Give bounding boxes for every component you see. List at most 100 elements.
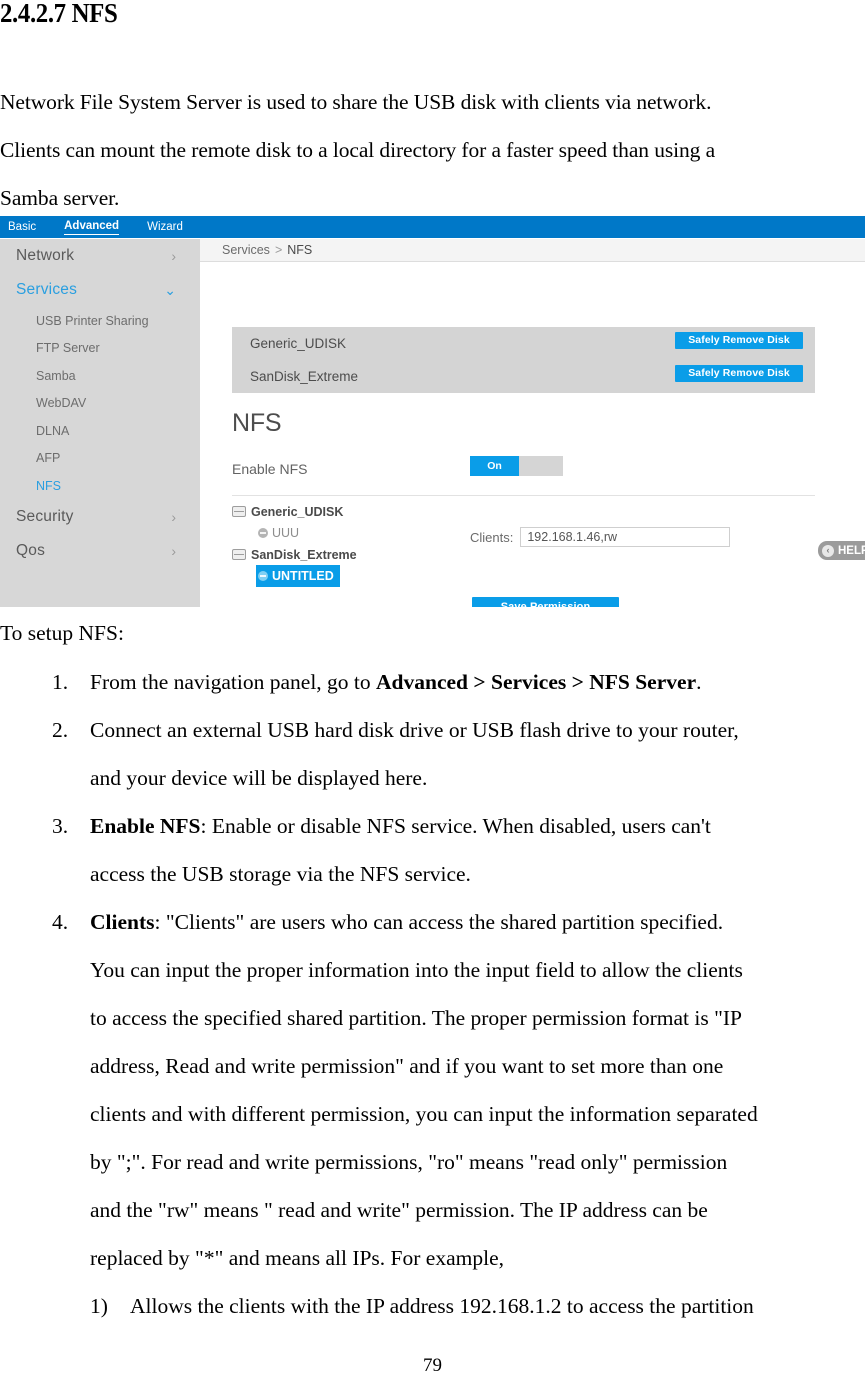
sidebar-group-services-label: Services (16, 281, 78, 298)
sidebar-group-network[interactable]: Network › (0, 239, 200, 273)
tree-disk-label: Generic_UDISK (251, 504, 344, 519)
chevron-left-icon: ‹ (822, 544, 834, 557)
disk-partition-tree: Generic_UDISK UUU SanDisk_Extreme UNTITL… (232, 501, 462, 587)
disk-icon (232, 506, 246, 517)
step-text-suffix: . (696, 670, 702, 694)
tree-partition-node[interactable]: UUU (256, 522, 305, 544)
setup-lead-text: To setup NFS: (0, 621, 124, 645)
step-line: and the "rw" means " read and write" per… (90, 1198, 708, 1222)
tab-basic[interactable]: Basic (8, 221, 36, 234)
sidebar-group-security[interactable]: Security › (0, 500, 200, 534)
substep-1: 1) Allows the clients with the IP addres… (90, 1282, 865, 1330)
step-line: Clients: "Clients" are users who can acc… (90, 898, 865, 946)
step-3: 3. Enable NFS: Enable or disable NFS ser… (52, 802, 865, 898)
tab-wizard[interactable]: Wizard (147, 221, 183, 234)
sidebar-group-network-label: Network (16, 247, 75, 264)
intro-paragraph: Network File System Server is used to sh… (0, 78, 865, 222)
page-title: 2.4.2.7 NFS (0, 0, 118, 28)
section-title: NFS (232, 409, 282, 437)
step-line: by ";". For read and write permissions, … (90, 1150, 728, 1174)
step-line: address, Read and write permission" and … (90, 1054, 724, 1078)
step-line: access the USB storage via the NFS servi… (90, 862, 471, 886)
tree-disk-node[interactable]: Generic_UDISK (232, 501, 462, 522)
clients-row: Clients: (470, 527, 731, 547)
step-line: Connect an external USB hard disk drive … (90, 718, 739, 742)
disk-name: Generic_UDISK (250, 336, 347, 351)
tree-disk-node[interactable]: SanDisk_Extreme (232, 544, 462, 565)
safely-remove-disk-button[interactable]: Safely Remove Disk (675, 364, 803, 382)
sidebar-item-label: WebDAV (36, 396, 87, 411)
sidebar-navigation: Network › Services ⌄ USB Printer Sharing… (0, 239, 200, 607)
partition-icon (258, 528, 268, 538)
sidebar-item-label: NFS (36, 478, 61, 493)
disk-name: SanDisk_Extreme (250, 369, 359, 384)
intro-line-2: Clients can mount the remote disk to a l… (0, 138, 716, 162)
substep-number: 1) (90, 1294, 108, 1318)
safely-remove-disk-button[interactable]: Safely Remove Disk (675, 331, 803, 349)
attached-disks-panel: Generic_UDISK Safely Remove Disk SanDisk… (232, 327, 815, 393)
breadcrumb-current: NFS (287, 243, 313, 257)
clients-input[interactable] (520, 527, 731, 547)
step-line: to access the specified shared partition… (90, 1006, 743, 1030)
chevron-down-icon: ⌄ (164, 282, 176, 298)
page-number: 79 (423, 1355, 442, 1376)
sidebar-item-nfs[interactable]: NFS (0, 472, 200, 500)
step-text-bold: Advanced > Services > NFS Server (376, 670, 697, 694)
step-text-bold: Enable NFS (90, 814, 201, 838)
tree-partition-label: UUU (272, 526, 300, 540)
sidebar-group-services[interactable]: Services ⌄ (0, 273, 200, 307)
step-4: 4. Clients: "Clients" are users who can … (52, 898, 865, 1330)
breadcrumb-separator: > (274, 243, 283, 257)
sidebar-item-label: Samba (36, 368, 76, 383)
manual-page: 2.4.2.7 NFS Network File System Server i… (0, 0, 865, 1387)
setup-steps-list: 1. From the navigation panel, go to Adva… (0, 658, 865, 1330)
step-number: 3. (52, 814, 69, 838)
step-line-text: : "Clients" are users who can access the… (154, 910, 724, 934)
disk-row: Generic_UDISK Safely Remove Disk (232, 327, 815, 360)
help-tab-label: HELP (838, 544, 865, 557)
chevron-right-icon: › (171, 248, 176, 264)
breadcrumb: Services > NFS (200, 239, 865, 262)
top-navigation-bar: Basic Advanced Wizard (0, 216, 865, 238)
sidebar-item-label: FTP Server (36, 341, 100, 356)
sidebar-group-qos-label: Qos (16, 541, 46, 559)
help-tab[interactable]: ‹ HELP (818, 541, 865, 560)
step-line: and your device will be displayed here. (90, 766, 428, 790)
breadcrumb-parent[interactable]: Services (222, 243, 270, 257)
step-line: You can input the proper information int… (90, 958, 743, 982)
sidebar-item-dlna[interactable]: DLNA (0, 417, 200, 445)
enable-nfs-toggle[interactable]: On (470, 456, 563, 476)
partition-icon (258, 571, 268, 581)
main-content-area: Services > NFS Generic_UDISK Safely Remo… (200, 239, 865, 607)
step-text-prefix: From the navigation panel, go to (90, 670, 377, 694)
enable-nfs-label: Enable NFS (232, 461, 308, 477)
tab-advanced[interactable]: Advanced (64, 220, 120, 235)
sidebar-item-samba[interactable]: Samba (0, 362, 200, 390)
sidebar-item-label: USB Printer Sharing (36, 313, 149, 328)
save-permission-button[interactable]: Save Permission (472, 597, 619, 607)
tree-partition-label: UNTITLED (272, 569, 334, 583)
step-line: clients and with different permission, y… (90, 1102, 758, 1126)
toggle-state-label: On (470, 456, 519, 476)
step-text-bold: Clients (90, 910, 155, 934)
chevron-right-icon: › (171, 542, 176, 559)
sidebar-item-label: AFP (36, 451, 61, 466)
step-number: 1. (52, 670, 69, 694)
sidebar-item-label: DLNA (36, 423, 70, 438)
step-number: 2. (52, 718, 69, 742)
chevron-right-icon: › (171, 508, 176, 525)
intro-line-3: Samba server. (0, 186, 120, 210)
step-1: 1. From the navigation panel, go to Adva… (52, 658, 865, 706)
sidebar-item-webdav[interactable]: WebDAV (0, 390, 200, 418)
disk-row: SanDisk_Extreme Safely Remove Disk (232, 360, 815, 393)
sidebar-item-ftp-server[interactable]: FTP Server (0, 335, 200, 363)
tree-partition-node-selected[interactable]: UNTITLED (256, 565, 340, 587)
step-line-text: : Enable or disable NFS service. When di… (200, 814, 711, 838)
sidebar-item-usb-printer-sharing[interactable]: USB Printer Sharing (0, 307, 200, 335)
sidebar-item-afp[interactable]: AFP (0, 445, 200, 473)
step-number: 4. (52, 910, 69, 934)
substep-text: Allows the clients with the IP address 1… (130, 1294, 754, 1318)
clients-label: Clients: (470, 529, 514, 545)
sidebar-group-qos[interactable]: Qos › (0, 534, 200, 568)
step-text: From the navigation panel, go to Advance… (90, 670, 701, 694)
